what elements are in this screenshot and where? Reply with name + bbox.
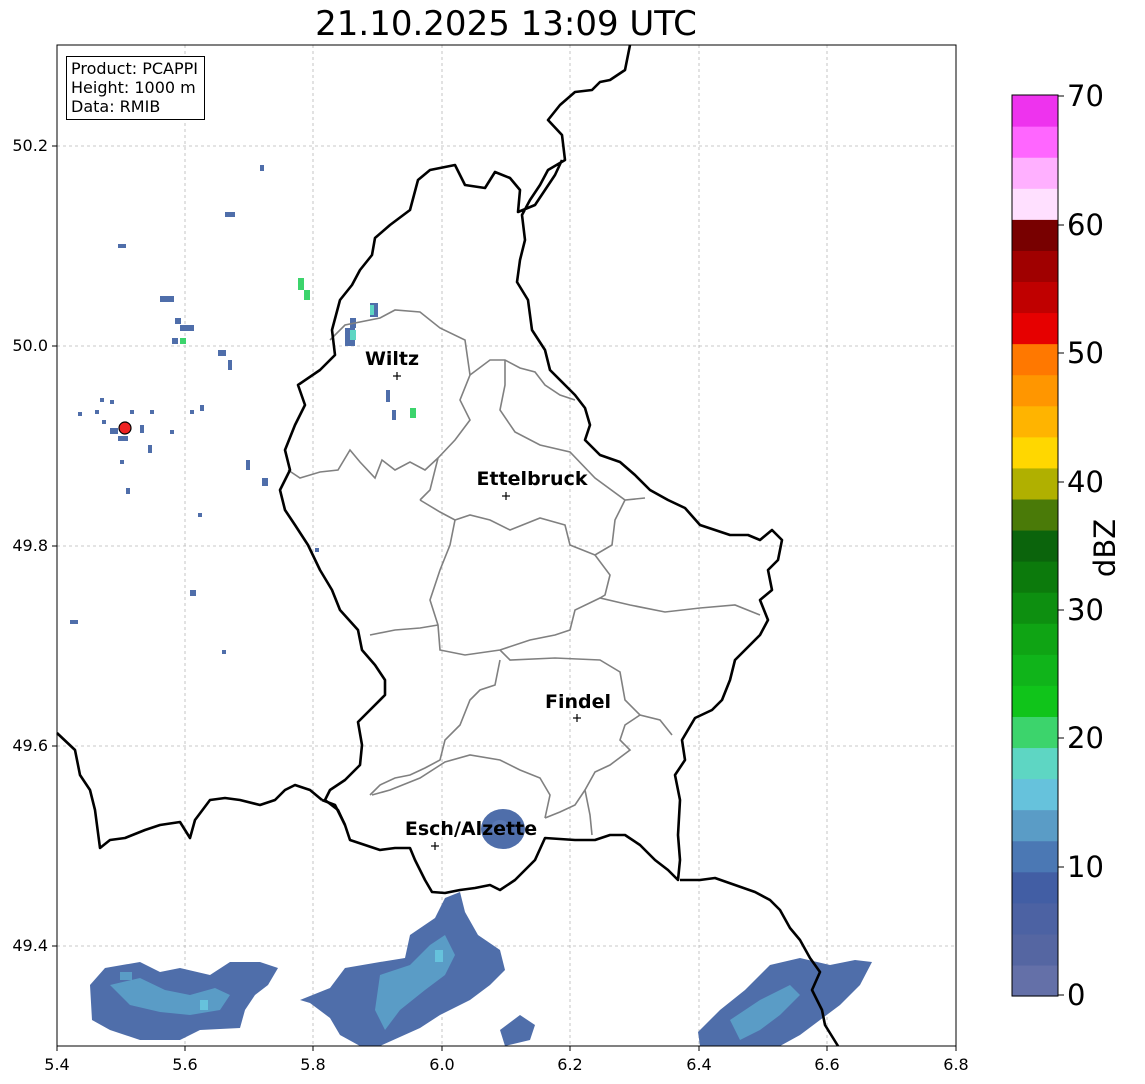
colorbar-bin <box>1012 157 1058 189</box>
colorbar-bin <box>1012 219 1058 251</box>
y-tick-label: 49.6 <box>12 736 48 755</box>
x-tick-label: 6.0 <box>429 1055 455 1074</box>
info-height: Height: 1000 m <box>71 78 196 97</box>
colorbar-bin <box>1012 840 1058 873</box>
y-tick-label: 50.2 <box>12 136 48 155</box>
radar-map <box>52 44 1064 1051</box>
colorbar-bin <box>1012 778 1058 811</box>
y-tick-label: 49.8 <box>12 536 48 555</box>
info-product: Product: PCAPPI <box>71 59 199 78</box>
x-tick-label: 6.4 <box>686 1055 712 1074</box>
colorbar-label: 20 <box>1067 721 1104 755</box>
city-label-ettelbruck: Ettelbruck <box>476 468 588 490</box>
plot-area <box>57 45 956 1046</box>
y-tick-label: 49.4 <box>12 936 48 955</box>
colorbar <box>1012 95 1058 997</box>
colorbar-label: 30 <box>1067 593 1104 627</box>
colorbar-bin <box>1012 716 1058 749</box>
colorbar-ticks <box>1058 95 1064 996</box>
radar-site-marker <box>118 421 132 435</box>
x-tick-label: 6.2 <box>557 1055 583 1074</box>
x-tick-label: 5.6 <box>172 1055 198 1074</box>
colorbar-bin <box>1012 126 1058 158</box>
colorbar-bin <box>1012 95 1058 127</box>
x-tick-label: 6.8 <box>943 1055 969 1074</box>
colorbar-bin <box>1012 498 1058 531</box>
colorbar-bin <box>1012 592 1058 624</box>
colorbar-bin <box>1012 188 1058 220</box>
info-source: Data: RMIB <box>71 97 161 116</box>
colorbar-bin <box>1012 529 1058 562</box>
colorbar-bin <box>1012 561 1058 593</box>
colorbar-bin <box>1012 281 1058 314</box>
info-box: Product: PCAPPI Height: 1000 m Data: RMI… <box>66 56 206 120</box>
x-tick-label: 6.6 <box>814 1055 840 1074</box>
colorbar-bin <box>1012 964 1058 997</box>
colorbar-bin <box>1012 933 1058 966</box>
colorbar-bin <box>1012 747 1058 780</box>
colorbar-bin <box>1012 312 1058 345</box>
colorbar-bin <box>1012 250 1058 283</box>
colorbar-label: 50 <box>1067 336 1104 370</box>
colorbar-label: 10 <box>1067 850 1104 884</box>
x-tick-label: 5.8 <box>300 1055 326 1074</box>
colorbar-label: 60 <box>1067 208 1104 242</box>
colorbar-label: 0 <box>1067 978 1086 1012</box>
colorbar-bin <box>1012 654 1058 686</box>
colorbar-bin <box>1012 343 1058 376</box>
colorbar-bin <box>1012 871 1058 904</box>
colorbar-bin <box>1012 436 1058 469</box>
colorbar-bin <box>1012 374 1058 407</box>
colorbar-bin <box>1012 685 1058 717</box>
city-label-findel: Findel <box>544 691 612 713</box>
colorbar-bin <box>1012 902 1058 935</box>
colorbar-bin <box>1012 623 1058 655</box>
x-tick-label: 5.4 <box>44 1055 70 1074</box>
colorbar-bin <box>1012 467 1058 500</box>
colorbar-unit-label: dBZ <box>1088 518 1122 578</box>
colorbar-label: 70 <box>1067 79 1104 113</box>
colorbar-bin <box>1012 405 1058 438</box>
colorbar-bin <box>1012 809 1058 842</box>
y-tick-label: 50.0 <box>12 336 48 355</box>
city-label-esch-alzette: Esch/Alzette <box>404 818 538 840</box>
city-label-wiltz: Wiltz <box>364 348 420 370</box>
colorbar-label: 40 <box>1067 465 1104 499</box>
